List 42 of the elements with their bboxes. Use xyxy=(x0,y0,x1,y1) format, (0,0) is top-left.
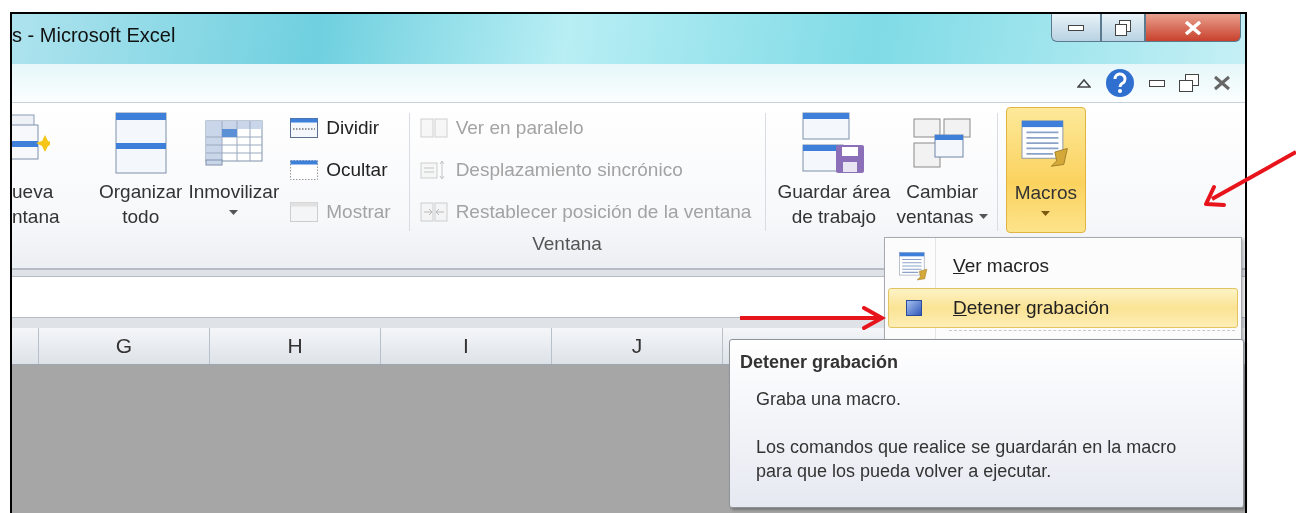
ribbon-button[interactable]: Inmovilizar xyxy=(185,107,283,219)
show-window-icon xyxy=(290,202,319,222)
switch-windows-icon xyxy=(913,118,972,168)
side-by-side-icon xyxy=(419,118,448,138)
stop-icon xyxy=(906,300,922,316)
freeze-grid-icon xyxy=(204,120,263,166)
group-label: Ventana xyxy=(531,233,603,255)
close-icon xyxy=(1184,20,1202,35)
window-title: s - Microsoft Excel xyxy=(12,24,176,47)
save-workspace-icon xyxy=(801,112,866,174)
ribbon-button[interactable]: ueva ntana xyxy=(12,107,66,229)
close-button[interactable] xyxy=(1145,14,1241,42)
close-icon[interactable] xyxy=(1213,75,1231,91)
tooltip-title: Detener grabación xyxy=(740,352,900,373)
macros-button[interactable]: Macros xyxy=(1005,107,1086,233)
minimize-button[interactable] xyxy=(1051,14,1101,42)
restore-button[interactable] xyxy=(1101,14,1145,42)
minimize-icon xyxy=(1068,24,1084,31)
column-header[interactable]: H xyxy=(210,328,381,364)
hide-window-icon xyxy=(290,160,319,180)
tooltip-text: Graba una macro. xyxy=(756,388,903,411)
collapse-ribbon-icon[interactable] xyxy=(1077,78,1091,88)
reset-position-icon xyxy=(419,202,448,222)
ribbon-button[interactable]: Cambiar ventanas xyxy=(893,107,991,233)
help-icon[interactable] xyxy=(1105,68,1135,98)
menu-item[interactable]: Detener grabación xyxy=(888,288,1238,328)
tooltip-text: Los comandos que realice se guardarán en la macro para que los pueda volver a ejecutar. xyxy=(756,436,1178,483)
column-header[interactable]: J xyxy=(552,328,723,364)
column-header[interactable]: I xyxy=(381,328,552,364)
ribbon-button[interactable]: Organizar todo xyxy=(96,107,186,233)
column-header[interactable]: G xyxy=(39,328,210,364)
ribbon-button[interactable]: Ocultar xyxy=(290,151,391,189)
split-window-icon xyxy=(290,118,319,138)
restore-icon[interactable] xyxy=(1179,74,1199,92)
menu-item[interactable]: Ver macros xyxy=(888,246,1238,286)
macro-sheet-icon xyxy=(1020,120,1071,168)
restore-icon xyxy=(1115,19,1131,36)
ribbon-button[interactable]: Guardar área de trabajo xyxy=(774,107,894,233)
ribbon-button[interactable]: Dividir xyxy=(290,109,391,147)
macro-sheet-icon xyxy=(899,251,929,281)
arrange-windows-icon xyxy=(114,112,167,174)
minimize-icon[interactable] xyxy=(1149,79,1165,87)
